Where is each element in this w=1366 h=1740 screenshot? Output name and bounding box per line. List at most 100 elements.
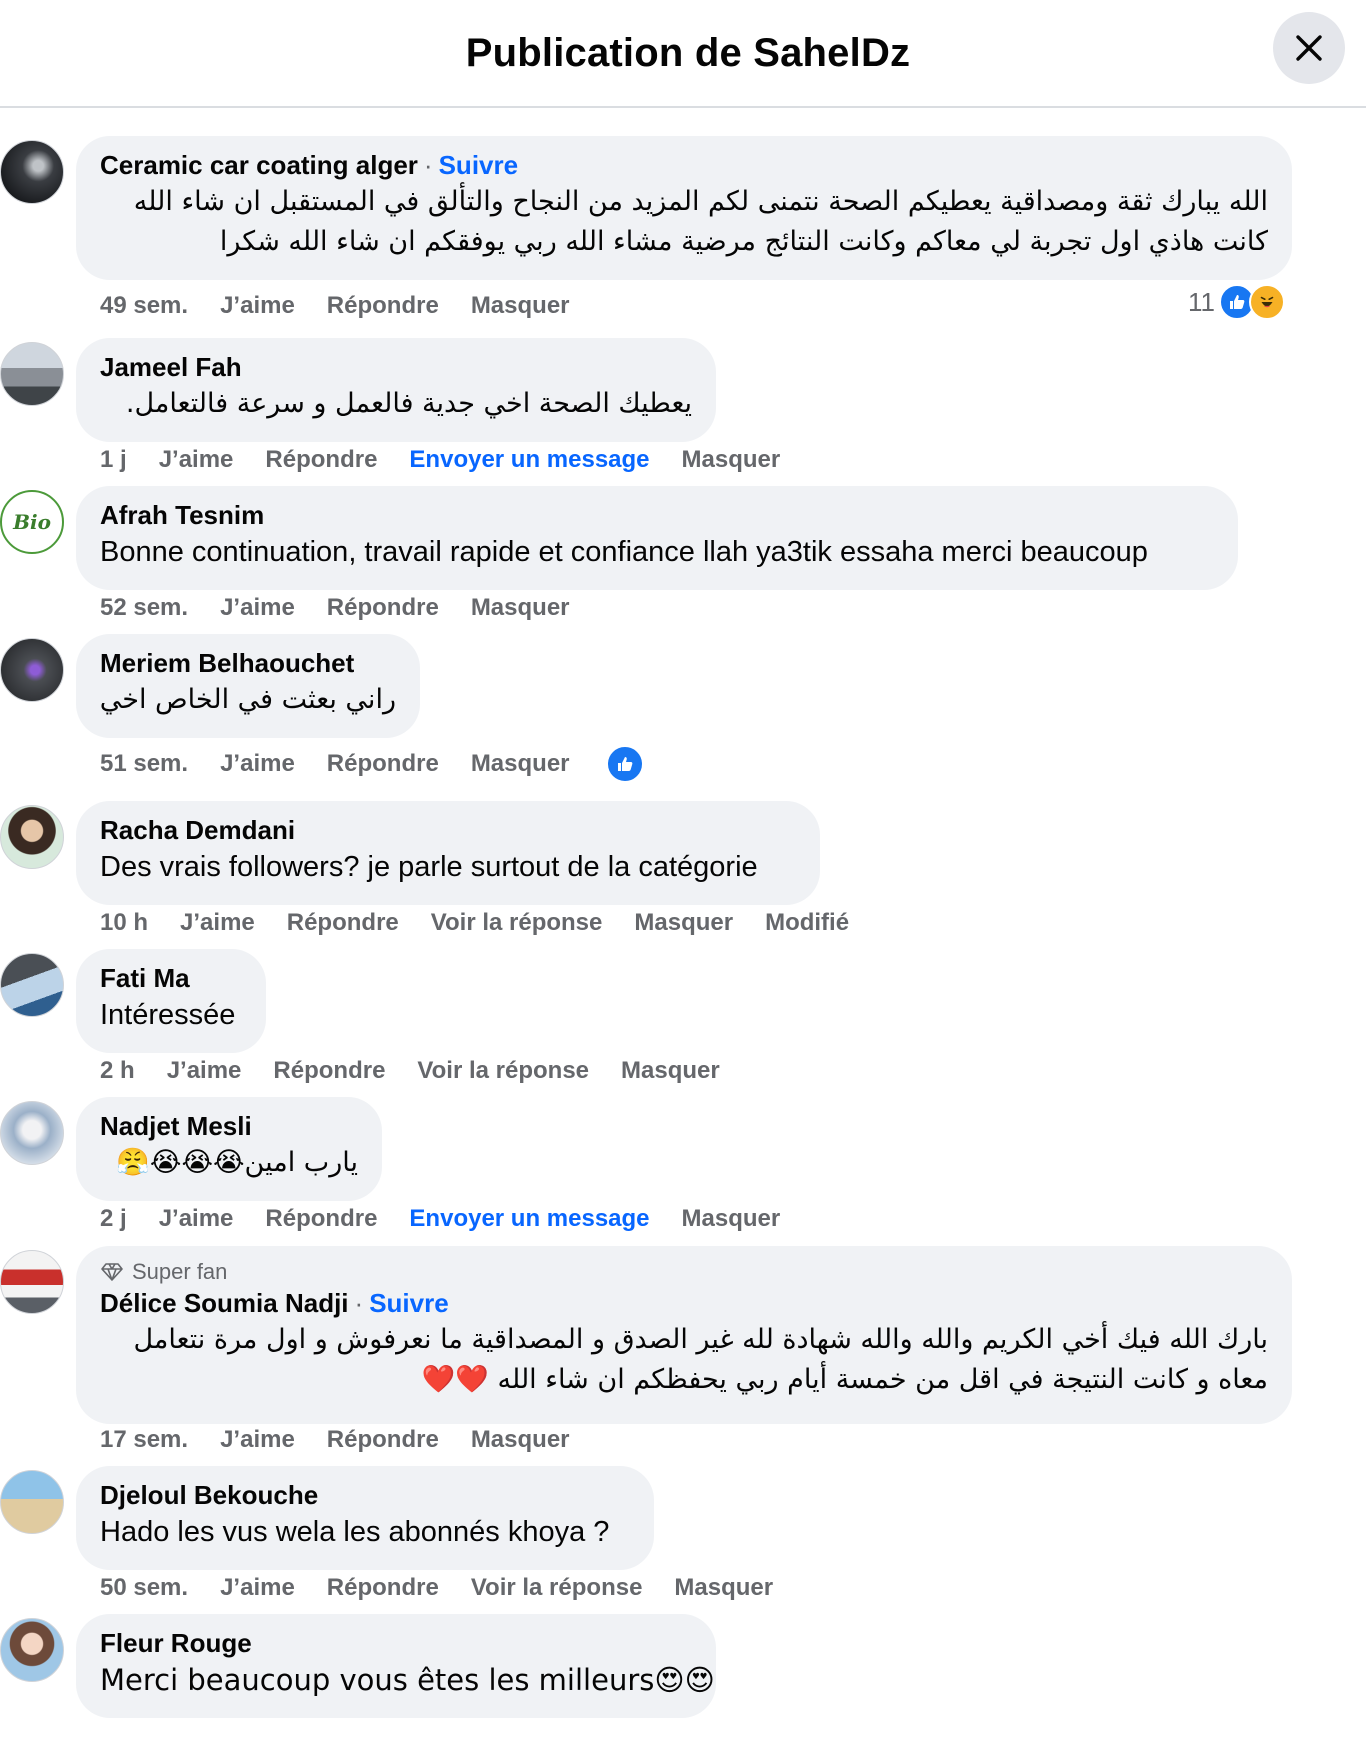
comment-author[interactable]: Afrah Tesnim: [100, 498, 1214, 532]
avatar[interactable]: Bio: [0, 490, 64, 554]
like-link[interactable]: J’aime: [220, 1574, 295, 1602]
hide-link[interactable]: Masquer: [471, 1426, 570, 1454]
page-title: Publication de SahelDz: [465, 30, 911, 75]
like-link[interactable]: J’aime: [159, 446, 234, 474]
comment-time[interactable]: 17 sem.: [100, 1426, 188, 1454]
hide-link[interactable]: Masquer: [471, 750, 570, 778]
comment-text: يعطيك الصحة اخي جدية فالعمل و سرعة فالتع…: [125, 388, 692, 419]
comment-actions: 51 sem. J’aime Répondre Masquer: [100, 745, 676, 783]
hide-link[interactable]: Masquer: [471, 594, 570, 622]
comment-actions: 2 j J’aime Répondre Envoyer un message M…: [100, 1201, 812, 1237]
avatar[interactable]: [0, 1470, 64, 1534]
comment-time[interactable]: 51 sem.: [100, 750, 188, 778]
comment-text: راني بعثت في الخاص اخي: [99, 684, 396, 715]
hide-link[interactable]: Masquer: [682, 1205, 781, 1233]
reply-link[interactable]: Répondre: [327, 1426, 439, 1454]
avatar[interactable]: [0, 1101, 64, 1165]
reply-link[interactable]: Répondre: [327, 1574, 439, 1602]
header-bar: Publication de SahelDz: [0, 0, 1366, 108]
reply-link[interactable]: Répondre: [327, 594, 439, 622]
like-reaction-icon[interactable]: [605, 745, 644, 783]
reply-link[interactable]: Répondre: [273, 1057, 385, 1085]
comment-bubble: Jameel Fah يعطيك الصحة اخي جدية فالعمل و…: [76, 338, 716, 442]
send-message-link[interactable]: Envoyer un message: [409, 1205, 649, 1233]
like-link[interactable]: J’aime: [167, 1057, 242, 1085]
comment-bubble: Afrah Tesnim Bonne continuation, travail…: [76, 486, 1238, 590]
reaction-summary[interactable]: 11: [1188, 284, 1285, 320]
hide-link[interactable]: Masquer: [682, 446, 781, 474]
comment-author[interactable]: Meriem Belhaouchet: [100, 646, 396, 680]
comment-author[interactable]: Djeloul Bekouche: [100, 1478, 630, 1512]
comment-time[interactable]: 50 sem.: [100, 1574, 188, 1602]
follow-link[interactable]: Suivre: [439, 150, 519, 180]
haha-reaction-icon: [1249, 284, 1285, 320]
comment-time[interactable]: 2 j: [100, 1205, 127, 1233]
comment-author[interactable]: Nadjet Mesli: [100, 1109, 358, 1143]
avatar[interactable]: [0, 638, 64, 702]
comment-author[interactable]: Ceramic car coating alger: [100, 150, 418, 180]
hide-link[interactable]: Masquer: [634, 909, 733, 937]
diamond-icon: [101, 1263, 123, 1281]
avatar[interactable]: [0, 342, 64, 406]
hide-link[interactable]: Masquer: [471, 292, 570, 320]
edited-label: Modifié: [765, 909, 850, 936]
reply-link[interactable]: Répondre: [265, 446, 377, 474]
super-fan-badge: Super fan: [132, 1259, 228, 1284]
comment-actions: 49 sem. J’aime Répondre Masquer: [100, 288, 602, 324]
comment-bubble: Racha Demdani Des vrais followers? je pa…: [76, 801, 820, 905]
comment-bubble: Fleur Rouge Merci beaucoup vous êtes les…: [76, 1614, 716, 1718]
comment-text-line: كانت هاذي اول تجربة لي معاكم وكانت النتا…: [219, 226, 1268, 257]
comment-time[interactable]: 49 sem.: [100, 292, 188, 320]
comment-text: Merci beaucoup vous êtes les milleurs😍😍: [100, 1663, 715, 1697]
like-link[interactable]: J’aime: [180, 909, 255, 937]
comment-author[interactable]: Racha Demdani: [100, 813, 796, 847]
like-link[interactable]: J’aime: [220, 750, 295, 778]
comment-time[interactable]: 2 h: [100, 1057, 135, 1085]
comment-author[interactable]: Jameel Fah: [100, 350, 692, 384]
like-link[interactable]: J’aime: [220, 292, 295, 320]
post-comments-page: Publication de SahelDz Ceramic car coati…: [0, 0, 1366, 1740]
reply-link[interactable]: Répondre: [287, 909, 399, 937]
comment-actions: 52 sem. J’aime Répondre Masquer: [100, 590, 602, 626]
close-icon: [1296, 35, 1322, 61]
comment-author[interactable]: Délice Soumia Nadji: [100, 1288, 349, 1318]
avatar[interactable]: [0, 1618, 64, 1682]
comment-actions: 50 sem. J’aime Répondre Voir la réponse …: [100, 1570, 805, 1606]
comment-bubble: Ceramic car coating alger · Suivre الله يب…: [76, 136, 1292, 280]
comment-text-line: الله يبارك ثقة ومصداقية يعطيكم الصحة نتم…: [133, 186, 1268, 217]
comment-time[interactable]: 1 j: [100, 446, 127, 474]
reply-link[interactable]: Répondre: [327, 750, 439, 778]
comment-author[interactable]: Fati Ma: [100, 961, 242, 995]
send-message-link[interactable]: Envoyer un message: [409, 446, 649, 474]
view-reply-link[interactable]: Voir la réponse: [431, 909, 603, 937]
comment-text-line: بارك الله فيك أخي الكريم والله والله شها…: [133, 1324, 1268, 1355]
avatar[interactable]: [0, 805, 64, 869]
comment-actions: 2 h J’aime Répondre Voir la réponse Masq…: [100, 1053, 752, 1089]
reply-link[interactable]: Répondre: [265, 1205, 377, 1233]
close-button[interactable]: [1273, 12, 1345, 84]
follow-link[interactable]: Suivre: [369, 1288, 449, 1318]
view-reply-link[interactable]: Voir la réponse: [471, 1574, 643, 1602]
comment-bubble: Djeloul Bekouche Hado les vus wela les a…: [76, 1466, 654, 1570]
like-link[interactable]: J’aime: [159, 1205, 234, 1233]
like-link[interactable]: J’aime: [220, 594, 295, 622]
comment-time[interactable]: 52 sem.: [100, 594, 188, 622]
avatar[interactable]: [0, 1250, 64, 1314]
reply-link[interactable]: Répondre: [327, 292, 439, 320]
avatar[interactable]: [0, 140, 64, 204]
comment-bubble: Fati Ma Intéressée: [76, 949, 266, 1053]
comment-actions: 1 j J’aime Répondre Envoyer un message M…: [100, 442, 812, 478]
avatar[interactable]: [0, 953, 64, 1017]
comment-text: Intéressée: [100, 999, 236, 1031]
comment-time[interactable]: 10 h: [100, 909, 148, 937]
hide-link[interactable]: Masquer: [674, 1574, 773, 1602]
reaction-count: 11: [1188, 286, 1215, 317]
hide-link[interactable]: Masquer: [621, 1057, 720, 1085]
comment-bubble: Super fan Délice Soumia Nadji · Suivre بار…: [76, 1246, 1292, 1424]
view-reply-link[interactable]: Voir la réponse: [417, 1057, 589, 1085]
like-link[interactable]: J’aime: [220, 1426, 295, 1454]
comment-author[interactable]: Fleur Rouge: [100, 1626, 692, 1660]
bio-shop-logo: Bio: [13, 510, 51, 534]
comment-text: Des vrais followers? je parle surtout de…: [100, 851, 758, 883]
comment-text: Hado les vus wela les abonnés khoya ?: [100, 1516, 610, 1548]
